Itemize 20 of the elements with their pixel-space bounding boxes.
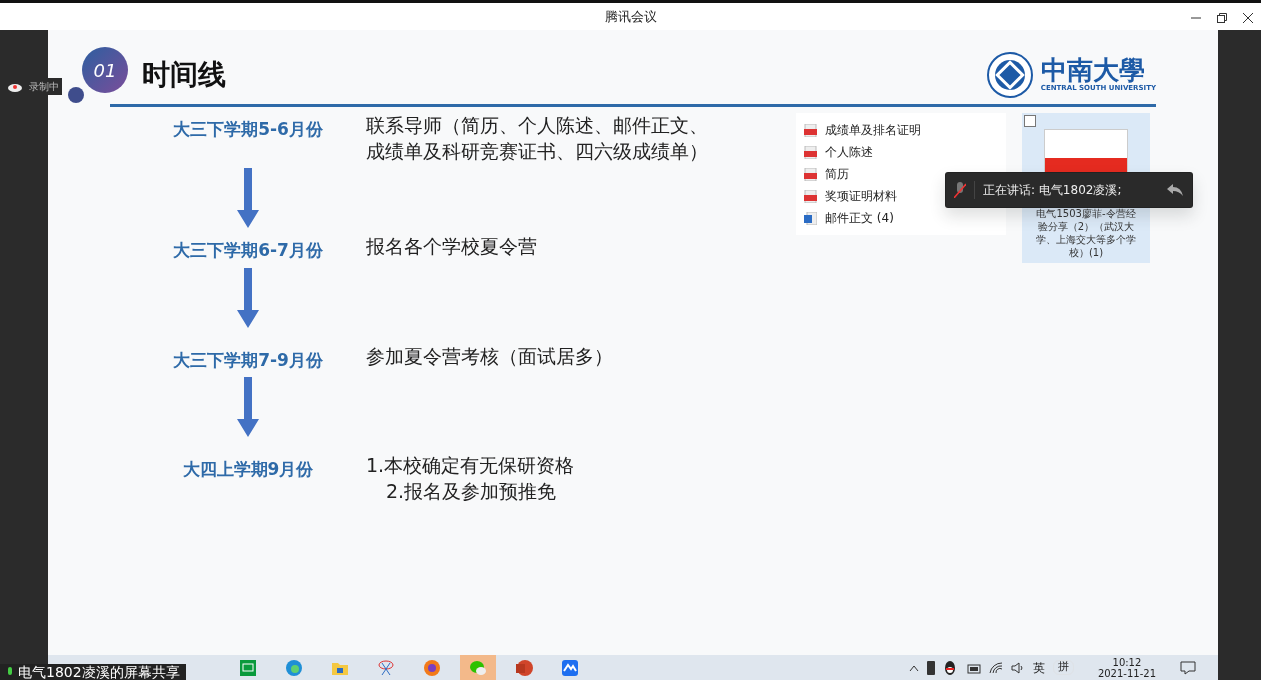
number-badge: 01 <box>82 47 128 93</box>
recording-label: 录制中 <box>26 78 62 95</box>
period-label: 大三下学期6-7月份 <box>172 239 324 263</box>
clock-date: 2021-11-21 <box>1097 667 1156 679</box>
window-title: 腾讯会议 <box>604 7 657 26</box>
slide-title: 时间线 <box>142 57 226 93</box>
period-label: 大三下学期7-9月份 <box>172 348 324 372</box>
description-text: 报名各个学校夏令营 <box>366 234 537 260</box>
description-text: 2.报名及参加预推免 <box>386 478 558 504</box>
period-label: 大三下学期5-6月份 <box>172 118 324 141</box>
share-label: 电气1802凌溪的屏幕共享 <box>18 664 180 680</box>
description-text: 参加夏令营考核（面试居多） <box>366 343 613 369</box>
period-label: 大四上学期9月份 <box>181 458 315 482</box>
description-text: 成绩单及科研竞赛证书、四六级成绩单） <box>366 138 708 164</box>
description-text: 联系导师（简历、个人陈述、邮件正文、 <box>366 113 708 138</box>
description-text: 1.本校确定有无保研资格 <box>366 453 575 479</box>
clock-time: 10:12 <box>1111 656 1143 668</box>
logo-text: 中南大學 <box>1040 56 1146 83</box>
speaking-label: 正在讲话: 电气1802凌溪; <box>974 181 1122 199</box>
file-name: 电气1503廖菲-令营经 验分享（2）（武汉大 学、上海交大等多个学 校）(1) <box>1036 207 1136 259</box>
